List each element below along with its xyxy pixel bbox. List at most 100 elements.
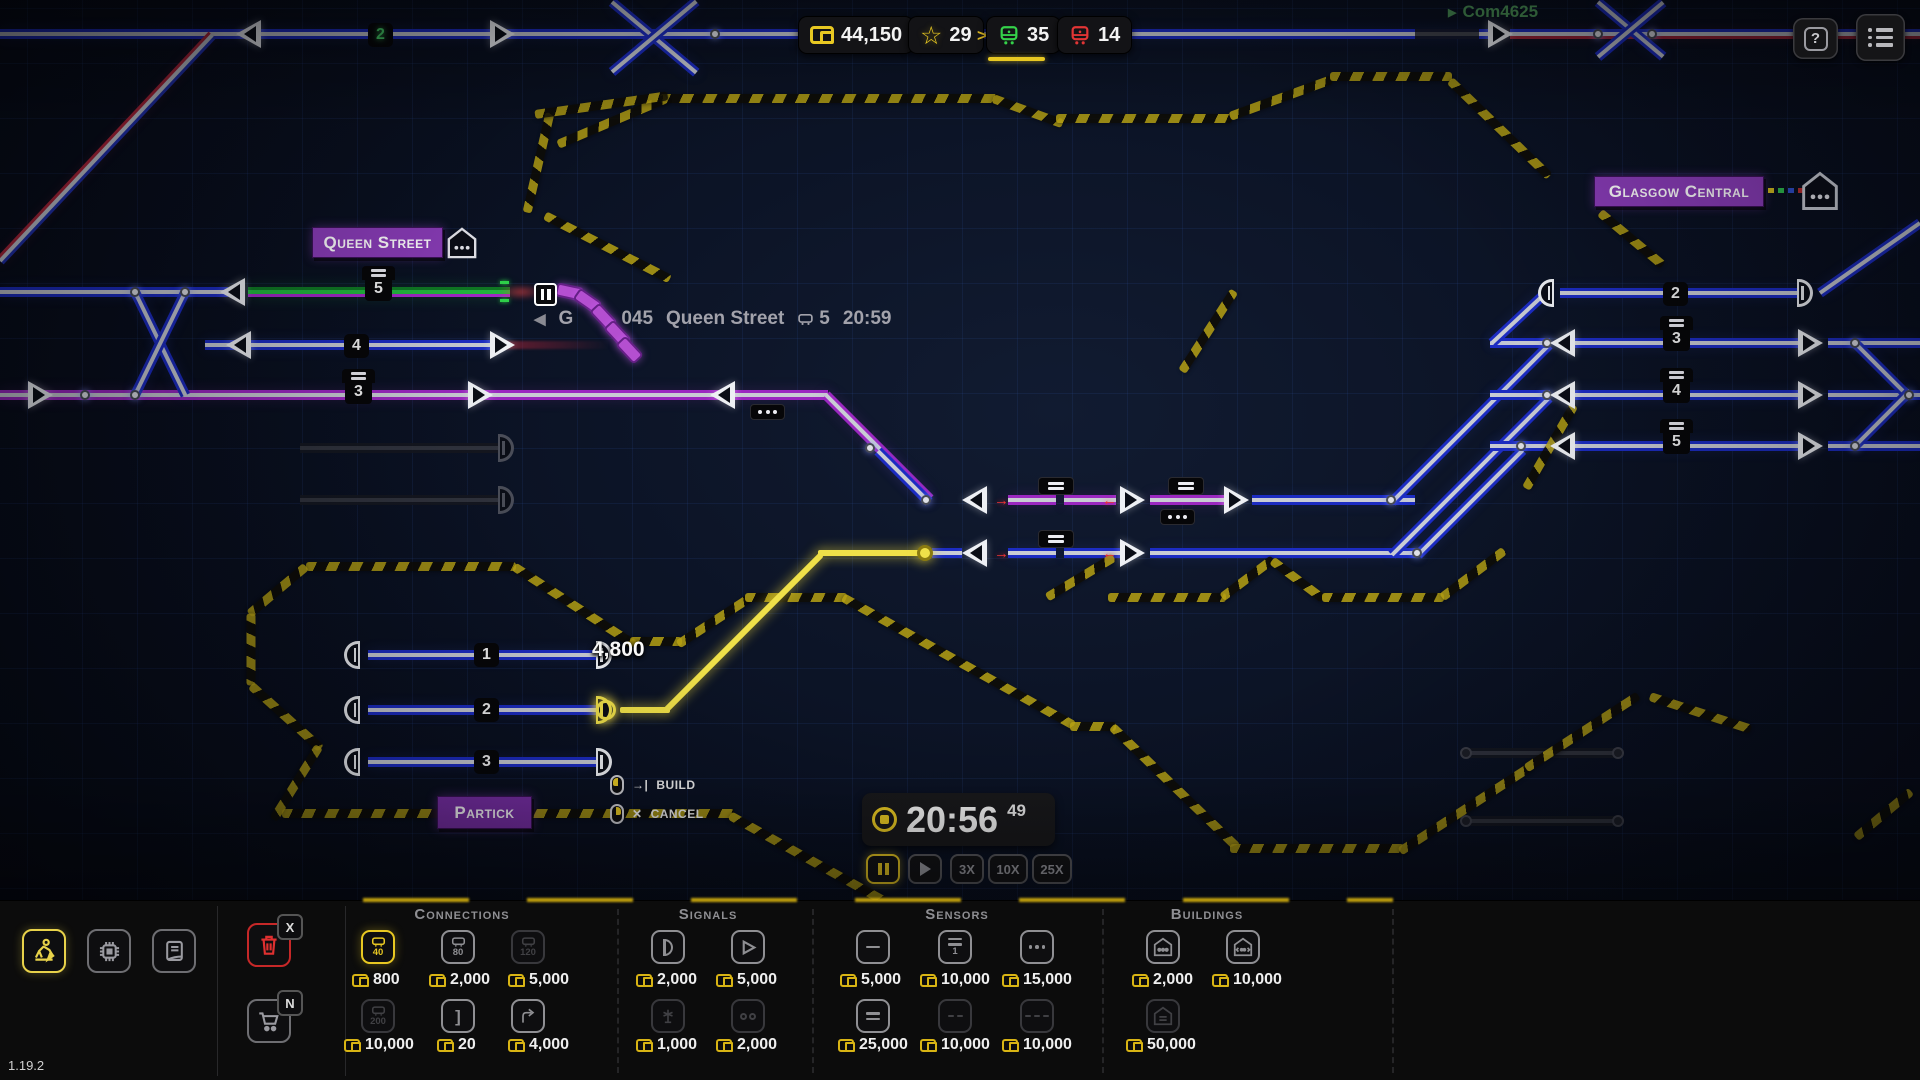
speed-3x-button[interactable]: 3X: [950, 854, 984, 884]
menu-button[interactable]: [1856, 14, 1905, 61]
station-transfer-icon: [1233, 937, 1253, 957]
cost-track-80: 2,000: [429, 971, 490, 989]
cost-station: 2,000: [1132, 971, 1193, 989]
sensor-dots-badge[interactable]: [1160, 509, 1195, 525]
track-segment: [1150, 551, 1418, 555]
station-icon: [1802, 171, 1838, 210]
build-line: [620, 707, 670, 713]
hint-build: →| BUILD: [610, 775, 696, 795]
tool-sensor-platform[interactable]: 1: [938, 930, 972, 964]
tool-track-40[interactable]: 40: [361, 930, 395, 964]
tool-station[interactable]: [1146, 930, 1180, 964]
sensor-badge[interactable]: [1168, 477, 1204, 495]
tool-signal[interactable]: [651, 930, 685, 964]
signal[interactable]: [490, 331, 515, 359]
platform-badge-sensor: 3: [1660, 316, 1693, 351]
signal[interactable]: [220, 278, 245, 306]
signal[interactable]: [1120, 486, 1145, 514]
signal[interactable]: [1798, 432, 1823, 460]
signal[interactable]: [28, 381, 53, 409]
build-cost-label: 4,800: [592, 638, 645, 661]
track-node: [1516, 441, 1526, 451]
tool-track-120[interactable]: 120: [511, 930, 545, 964]
tool-depot[interactable]: [1146, 999, 1180, 1033]
tool-track-80[interactable]: 80: [441, 930, 475, 964]
track-segment-dark: [300, 446, 500, 450]
cost-track-200: 10,000: [344, 1036, 414, 1054]
tool-track-200[interactable]: 200: [361, 999, 395, 1033]
tool-gate[interactable]: [651, 999, 685, 1033]
wallet-icon: [429, 973, 446, 987]
tool-chain-signal[interactable]: [731, 999, 765, 1033]
play-small-icon: ▶: [1448, 6, 1457, 19]
signal[interactable]: [468, 381, 493, 409]
tool-sensor-dash3[interactable]: [1020, 999, 1054, 1033]
help-button[interactable]: ?: [1793, 18, 1838, 59]
sensor-lines-icon: [1660, 368, 1693, 382]
signal[interactable]: [1798, 381, 1823, 409]
platform-badge-sensor: 4: [1660, 368, 1693, 403]
platform-badge-sensor: 5: [362, 266, 395, 301]
train-paused-icon[interactable]: [534, 283, 557, 306]
mouse-right-icon: [610, 804, 624, 824]
station-label-queen-street[interactable]: Queen Street: [312, 227, 443, 258]
signal[interactable]: [962, 539, 987, 567]
station-label-glasgow-central[interactable]: Glasgow Central: [1594, 176, 1764, 207]
signal[interactable]: [490, 20, 515, 48]
tool-station-transfer[interactable]: [1226, 930, 1260, 964]
track-segment: [1008, 551, 1056, 555]
mode-logic-button[interactable]: [87, 929, 131, 973]
sensor-badge[interactable]: [1038, 477, 1074, 495]
alert-trains-badge[interactable]: 14: [1057, 16, 1133, 54]
route-arrow: ←: [1102, 492, 1117, 509]
hazard-stripe: [745, 593, 847, 602]
signal[interactable]: [1550, 329, 1575, 357]
tool-sensor-double[interactable]: [856, 999, 890, 1033]
platform-badge: 1: [474, 643, 499, 667]
signal[interactable]: [226, 331, 251, 359]
platform-badge: 3: [474, 750, 499, 774]
speed-pause-button[interactable]: [866, 854, 900, 884]
hazard-stripe: [1230, 844, 1404, 853]
build-line-endpoint[interactable]: [917, 545, 933, 561]
money-badge[interactable]: 44,150: [798, 16, 915, 54]
cost-bumper: 20: [437, 1036, 476, 1054]
mouse-left-icon: [610, 775, 624, 795]
station-label-partick[interactable]: Partick: [437, 796, 532, 829]
mode-build-button[interactable]: [22, 929, 66, 973]
train-info-row[interactable]: ◀ G 045 Queen Street 5 20:59: [534, 308, 891, 330]
sensor-badge[interactable]: [1038, 530, 1074, 548]
signal[interactable]: [710, 381, 735, 409]
list-icon: [1868, 28, 1893, 47]
tool-bumper[interactable]: ]: [441, 999, 475, 1033]
sensor-dots-badge[interactable]: [750, 404, 785, 420]
signal[interactable]: [1224, 486, 1249, 514]
stars-badge[interactable]: ☆ 29: [908, 16, 984, 54]
track-segment: [1150, 498, 1225, 502]
signal[interactable]: [1120, 539, 1145, 567]
bumper-icon: ]: [455, 1006, 461, 1026]
mini-train-icon: [451, 937, 465, 947]
section-separator: [1102, 909, 1104, 1073]
signal[interactable]: [1798, 329, 1823, 357]
track-node-dark: [1460, 747, 1472, 759]
signal[interactable]: [236, 20, 261, 48]
tool-sensor-single[interactable]: [856, 930, 890, 964]
mode-journal-button[interactable]: [152, 929, 196, 973]
signal[interactable]: [962, 486, 987, 514]
signal[interactable]: [1550, 432, 1575, 460]
speed-25x-button[interactable]: 25X: [1032, 854, 1072, 884]
speed-play-button[interactable]: [908, 854, 942, 884]
tool-auto-signal[interactable]: [731, 930, 765, 964]
tool-sensor-dash2[interactable]: [938, 999, 972, 1033]
signal[interactable]: [1488, 20, 1513, 48]
active-trains-badge[interactable]: 35: [986, 16, 1062, 54]
tool-switch[interactable]: [511, 999, 545, 1033]
train-red-icon: [1071, 25, 1089, 44]
tool-sensor-multi[interactable]: [1020, 930, 1054, 964]
track-node-dark: [1612, 815, 1624, 827]
signal[interactable]: [1550, 381, 1575, 409]
speed-10x-button[interactable]: 10X: [988, 854, 1028, 884]
station-connector-dots: [1768, 188, 1804, 193]
sensor-lines-icon: [342, 369, 375, 383]
